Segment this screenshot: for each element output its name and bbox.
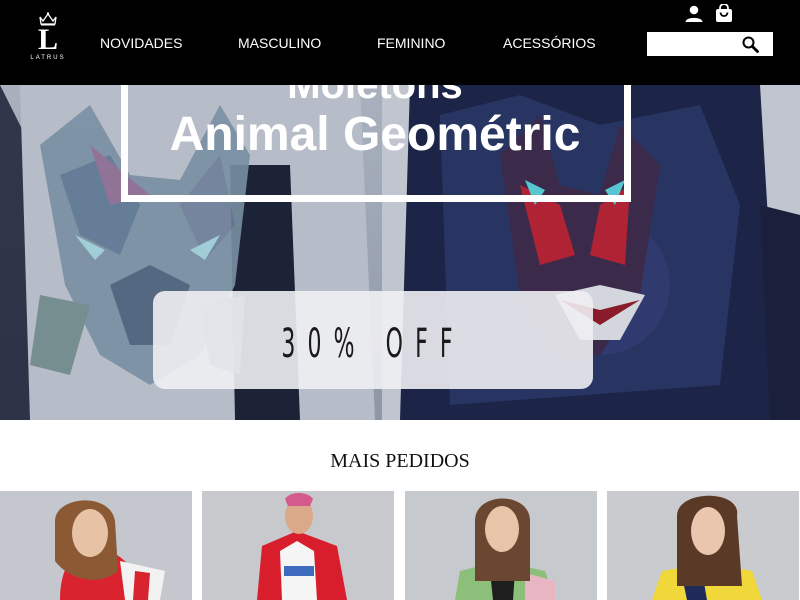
product-card-4[interactable]: [607, 491, 799, 600]
product-card-3[interactable]: [405, 491, 597, 600]
search-input[interactable]: [647, 32, 749, 56]
section-title: MAIS PEDIDOS: [330, 450, 470, 472]
nav-masculino[interactable]: MASCULINO: [238, 35, 321, 51]
product-image: [405, 491, 597, 600]
discount-text: 30% OFF: [281, 321, 465, 367]
nav-novidades[interactable]: NOVIDADES: [100, 35, 182, 51]
nav-feminino[interactable]: FEMININO: [377, 35, 445, 51]
product-image: [0, 491, 192, 600]
hero-headline-top: Moletons: [287, 85, 463, 107]
search-box: [647, 32, 773, 56]
search-icon[interactable]: [742, 36, 759, 53]
shopping-bag-icon[interactable]: [714, 4, 734, 24]
product-card-2[interactable]: [202, 491, 394, 600]
brand-logo[interactable]: L LATRUS: [30, 12, 66, 67]
brand-letter: L: [37, 23, 58, 56]
site-header: L LATRUS NOVIDADES MASCULINO FEMININO AC…: [0, 0, 800, 85]
hero-headline: Animal Geométric: [169, 108, 581, 161]
brand-name: LATRUS: [30, 55, 66, 61]
hero-banner[interactable]: Moletons Animal Geométric 30% OFF: [0, 85, 800, 420]
product-image: [607, 491, 799, 600]
product-image: [202, 491, 394, 600]
account-actions: [684, 4, 736, 25]
product-card-1[interactable]: [0, 491, 192, 600]
nav-acessorios[interactable]: ACESSÓRIOS: [503, 35, 596, 51]
discount-badge: 30% OFF: [153, 291, 593, 389]
user-icon[interactable]: [684, 5, 704, 23]
